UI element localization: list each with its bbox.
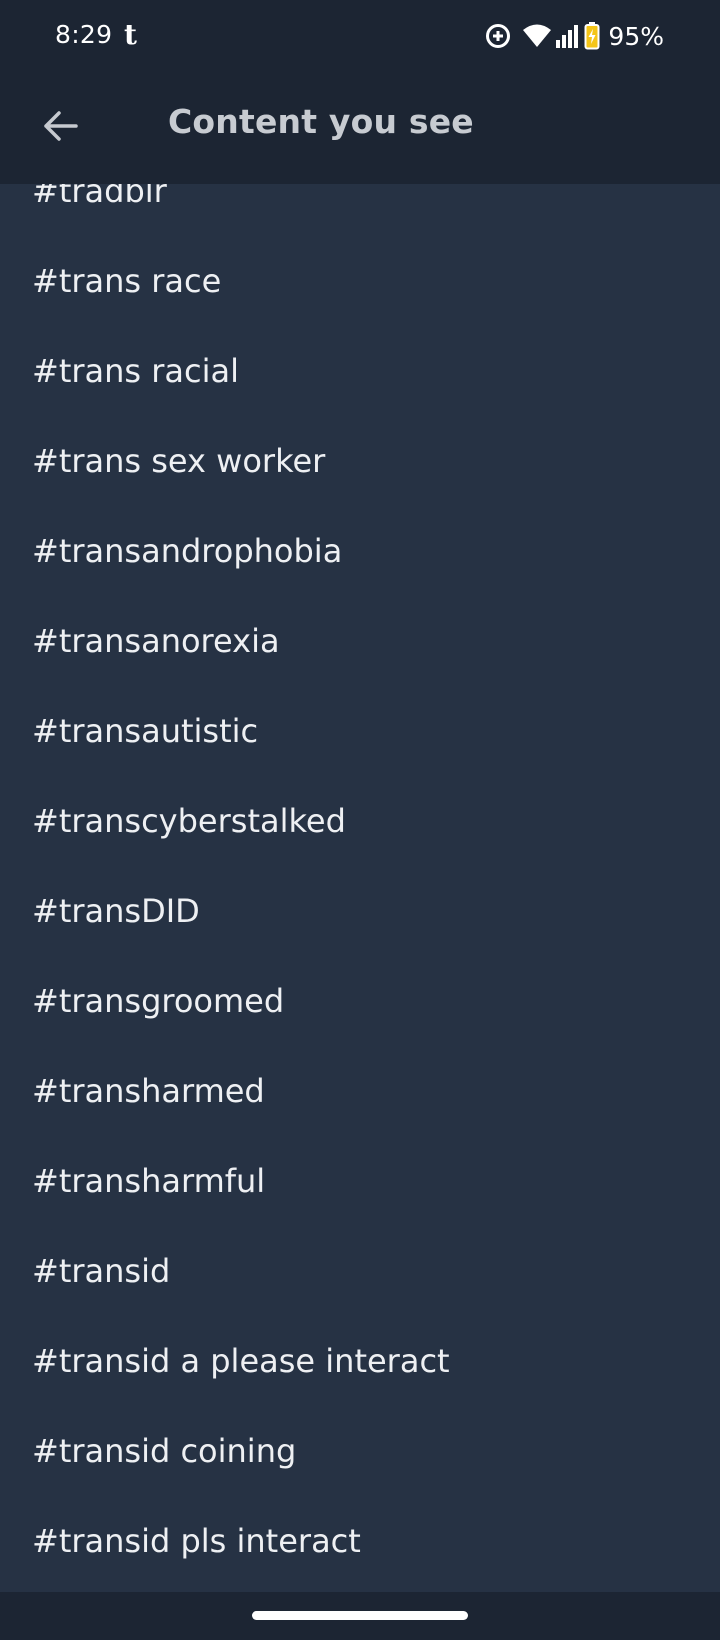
list-item[interactable]: #transid a please interact xyxy=(0,1316,720,1406)
wifi-icon xyxy=(522,23,552,49)
tumblr-notification-icon: t xyxy=(124,18,137,51)
list-item[interactable]: #transgroomed xyxy=(0,956,720,1046)
list-item[interactable]: #trans racial xyxy=(0,326,720,416)
app-bar: Content you see xyxy=(0,72,720,184)
list-item[interactable]: #transid pls interact xyxy=(0,1496,720,1586)
home-gesture-handle[interactable] xyxy=(252,1611,468,1620)
list-item[interactable]: #transid coining xyxy=(0,1406,720,1496)
list-item[interactable]: #transandrophobia xyxy=(0,506,720,596)
list-item[interactable]: #transcyberstalked xyxy=(0,776,720,866)
status-time: 8:29 xyxy=(55,20,113,49)
signal-icon xyxy=(555,23,581,49)
gesture-nav-bar xyxy=(0,1592,720,1640)
list-item[interactable]: #tradblr xyxy=(0,184,720,236)
status-icons: 95% xyxy=(484,18,664,54)
page-title: Content you see xyxy=(168,102,474,141)
list-item[interactable]: #transDID xyxy=(0,866,720,956)
list-item[interactable]: #transid xyxy=(0,1226,720,1316)
list-item[interactable]: #transharmful xyxy=(0,1136,720,1226)
list-item[interactable]: #transautistic xyxy=(0,686,720,776)
back-button[interactable] xyxy=(32,100,88,156)
list-item[interactable]: #trans race xyxy=(0,236,720,326)
list-item[interactable]: #transharmed xyxy=(0,1046,720,1136)
list-item[interactable]: #transanorexia xyxy=(0,596,720,686)
battery-percentage: 95% xyxy=(608,21,664,51)
battery-charging-icon xyxy=(584,22,600,50)
filtered-tags-list[interactable]: #tradblr #trans race #trans racial #tran… xyxy=(0,184,720,1592)
data-saver-icon xyxy=(484,22,512,50)
status-bar: 8:29 t 95% xyxy=(0,0,720,72)
arrow-left-icon xyxy=(42,110,78,146)
filtered-tags-list-content: #tradblr #trans race #trans racial #tran… xyxy=(0,184,720,1586)
list-item[interactable]: #trans sex worker xyxy=(0,416,720,506)
